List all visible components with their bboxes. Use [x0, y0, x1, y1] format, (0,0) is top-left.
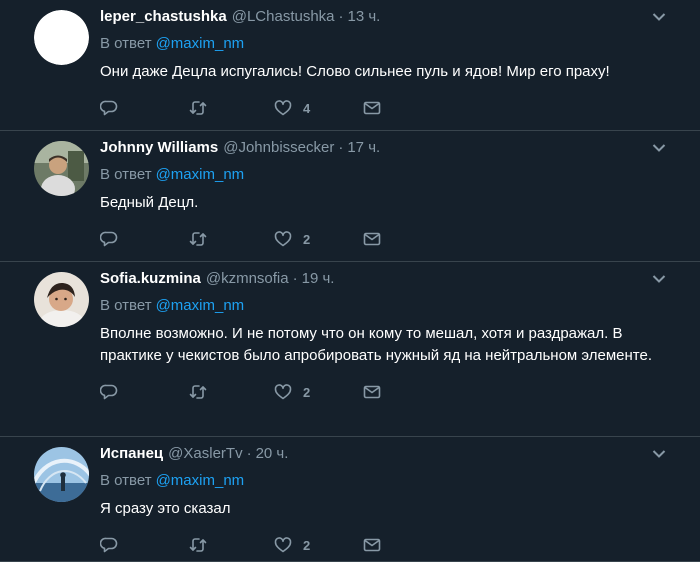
tweet-text: Вполне возможно. И не потому что он кому… [100, 325, 652, 364]
reply-to: В ответ @maxim_nm [100, 35, 684, 56]
tweet-header: leper_chastushka @LChastushka · 13 ч. [100, 8, 684, 30]
reply-to-label: В ответ [100, 472, 152, 489]
author-name[interactable]: leper_chastushka [100, 8, 227, 25]
like-count: 2 [303, 384, 311, 400]
reply-icon [100, 100, 118, 116]
like-count: 2 [303, 537, 311, 553]
retweet-icon [189, 385, 207, 399]
envelope-icon [363, 101, 381, 115]
retweet-icon [189, 232, 207, 246]
retweet-button[interactable] [189, 230, 274, 248]
author-handle[interactable]: @LChastushka [232, 8, 335, 25]
like-button[interactable]: 2 [274, 536, 363, 554]
message-button[interactable] [363, 383, 381, 401]
separator-dot: · [246, 445, 252, 462]
avatar[interactable] [34, 141, 89, 196]
tweet-text: Я сразу это сказал [100, 500, 231, 517]
retweet-button[interactable] [189, 536, 274, 554]
reply-to: В ответ @maxim_nm [100, 472, 684, 493]
like-button[interactable]: 4 [274, 99, 363, 117]
reply-to-label: В ответ [100, 297, 152, 314]
retweet-icon [189, 101, 207, 115]
reply-button[interactable] [100, 383, 189, 401]
separator-dot: · [292, 270, 298, 287]
reply-button[interactable] [100, 230, 189, 248]
heart-icon [274, 100, 292, 116]
author-handle[interactable]: @kzmnsofia [206, 270, 289, 287]
avatar[interactable] [34, 272, 89, 327]
mention-link[interactable]: @maxim_nm [156, 472, 245, 489]
tweet-header: Johnny Williams @Johnbissecker · 17 ч. [100, 139, 684, 161]
tweet-header: Sofia.kuzmina @kzmnsofia · 19 ч. [100, 270, 684, 292]
retweet-button[interactable] [189, 99, 274, 117]
timestamp[interactable]: 19 ч. [302, 270, 335, 287]
tweet-actions: 2 [100, 533, 684, 557]
heart-icon [274, 231, 292, 247]
envelope-icon [363, 385, 381, 399]
tweet-actions: 2 [100, 380, 684, 404]
tweet-header: Испанец @XaslerTv · 20 ч. [100, 445, 684, 467]
tweet-actions: 2 [100, 227, 684, 251]
envelope-icon [363, 538, 381, 552]
reply-to-label: В ответ [100, 35, 152, 52]
retweet-icon [189, 538, 207, 552]
chevron-down-icon[interactable] [652, 274, 666, 284]
heart-icon [274, 537, 292, 553]
mention-link[interactable]: @maxim_nm [156, 166, 245, 183]
timestamp[interactable]: 20 ч. [256, 445, 289, 462]
reply-icon [100, 537, 118, 553]
author-handle[interactable]: @XaslerTv [168, 445, 242, 462]
reply-button[interactable] [100, 536, 189, 554]
author-name[interactable]: Испанец [100, 445, 163, 462]
reply-to-label: В ответ [100, 166, 152, 183]
message-button[interactable] [363, 536, 381, 554]
tweet-text: Бедный Децл. [100, 194, 199, 211]
retweet-button[interactable] [189, 383, 274, 401]
chevron-down-icon[interactable] [652, 449, 666, 459]
like-count: 4 [303, 100, 311, 116]
author-handle[interactable]: @Johnbissecker [223, 139, 334, 156]
tweet[interactable]: Johnny Williams @Johnbissecker · 17 ч. В… [0, 131, 700, 262]
author-name[interactable]: Sofia.kuzmina [100, 270, 201, 287]
separator-dot: · [338, 139, 344, 156]
message-button[interactable] [363, 230, 381, 248]
avatar[interactable] [34, 447, 89, 502]
author-name[interactable]: Johnny Williams [100, 139, 218, 156]
chevron-down-icon[interactable] [652, 12, 666, 22]
tweet[interactable]: Sofia.kuzmina @kzmnsofia · 19 ч. В ответ… [0, 262, 700, 437]
tweet[interactable]: Испанец @XaslerTv · 20 ч. В ответ @maxim_… [0, 437, 700, 562]
separator-dot: · [338, 8, 344, 25]
avatar[interactable] [34, 10, 89, 65]
envelope-icon [363, 232, 381, 246]
like-count: 2 [303, 231, 311, 247]
timestamp[interactable]: 17 ч. [347, 139, 380, 156]
tweet-actions: 4 [100, 96, 684, 120]
like-button[interactable]: 2 [274, 383, 363, 401]
reply-button[interactable] [100, 99, 189, 117]
tweet-text: Они даже Децла испугались! Слово сильнее… [100, 63, 610, 80]
mention-link[interactable]: @maxim_nm [156, 297, 245, 314]
reply-icon [100, 231, 118, 247]
tweet[interactable]: leper_chastushka @LChastushka · 13 ч. В … [0, 0, 700, 131]
reply-icon [100, 384, 118, 400]
reply-to: В ответ @maxim_nm [100, 166, 684, 187]
message-button[interactable] [363, 99, 381, 117]
chevron-down-icon[interactable] [652, 143, 666, 153]
reply-to: В ответ @maxim_nm [100, 297, 684, 318]
timestamp[interactable]: 13 ч. [348, 8, 381, 25]
like-button[interactable]: 2 [274, 230, 363, 248]
heart-icon [274, 384, 292, 400]
mention-link[interactable]: @maxim_nm [156, 35, 245, 52]
